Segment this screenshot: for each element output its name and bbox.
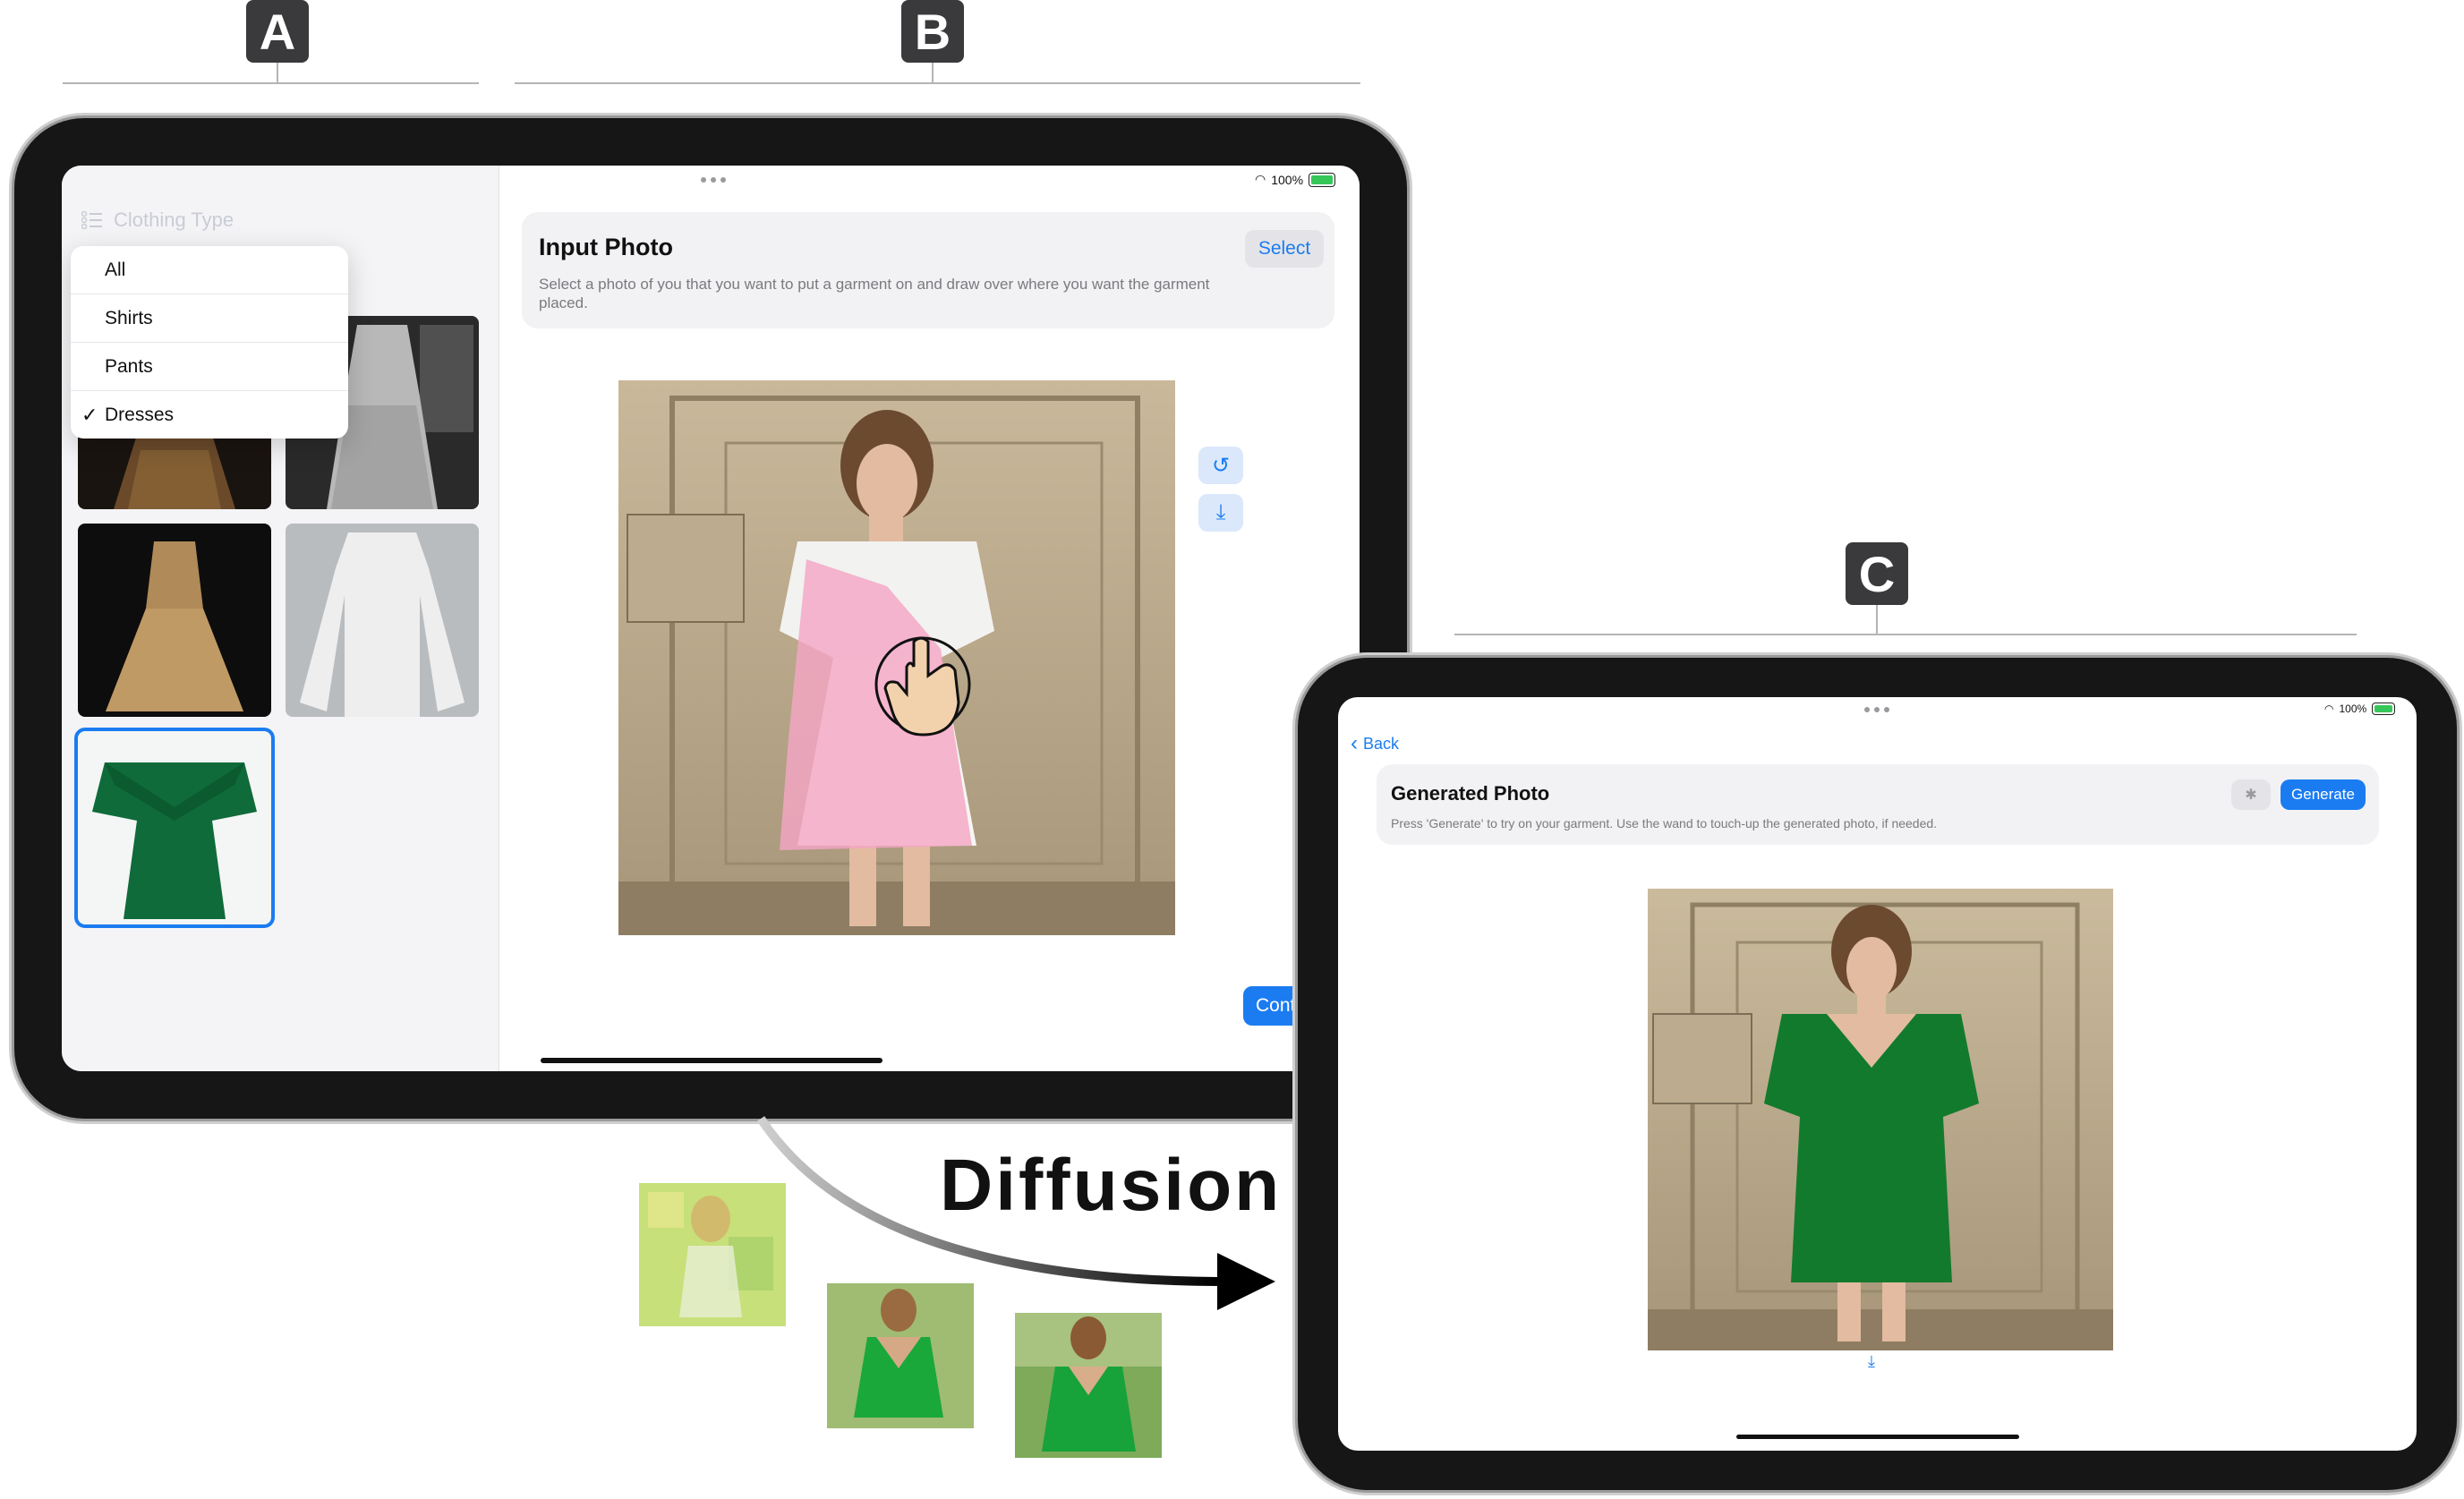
section-c-tick xyxy=(1876,605,1878,634)
save-photo-button[interactable]: ⤓ xyxy=(1868,1352,1875,1371)
battery-percent: 100% xyxy=(1271,172,1304,187)
partially-denoised-image xyxy=(827,1283,974,1428)
multitask-dots[interactable] xyxy=(1864,707,1889,712)
battery-icon xyxy=(1309,172,1336,187)
wifi-icon: ◠ xyxy=(2324,703,2334,715)
garment-image xyxy=(286,524,479,717)
ipad-screen-2: ◠ 100% ‹ Back Generated Photo Press 'Gen… xyxy=(1338,697,2417,1451)
diffusion-step-3 xyxy=(1015,1313,1162,1458)
menu-item-label: All xyxy=(105,259,126,280)
noisy-image xyxy=(639,1183,786,1326)
input-photo[interactable] xyxy=(618,380,1175,935)
section-a-tick xyxy=(277,63,278,82)
generate-button[interactable]: Generate xyxy=(2281,779,2366,810)
menu-item-label: Pants xyxy=(105,355,153,377)
battery-icon xyxy=(2372,703,2396,715)
wifi-icon: ◠ xyxy=(1255,172,1266,186)
generated-photo xyxy=(1648,889,2113,1350)
battery-percent: 100% xyxy=(2339,703,2367,715)
filter-list-icon xyxy=(81,211,102,229)
section-b-tick xyxy=(932,63,934,82)
status-bar: ◠ 100% xyxy=(2324,703,2396,715)
section-label-a: A xyxy=(246,0,309,63)
garment-image xyxy=(78,524,271,717)
back-label: Back xyxy=(1363,734,1400,753)
menu-item-shirts[interactable]: Shirts xyxy=(71,294,348,343)
input-photo-image xyxy=(618,380,1175,935)
garment-thumb-green-dress[interactable] xyxy=(74,728,275,928)
select-photo-button[interactable]: Select xyxy=(1245,230,1324,268)
home-indicator xyxy=(1736,1435,2019,1439)
menu-item-all[interactable]: All xyxy=(71,246,348,294)
back-button[interactable]: ‹ Back xyxy=(1351,731,1399,756)
garment-thumb-gold-dress[interactable] xyxy=(78,524,271,717)
clothing-type-label: Clothing Type xyxy=(114,209,234,231)
input-photo-description: Select a photo of you that you want to p… xyxy=(539,276,1210,312)
clothing-type-menu: All Shirts Pants ✓ Dresses xyxy=(71,246,348,439)
status-bar: ◠ 100% xyxy=(1255,172,1336,187)
section-c-line xyxy=(1454,634,2357,635)
input-photo-title: Input Photo xyxy=(539,234,673,260)
ipad-screen-1: Clothing Type All Shirts Pants ✓ Dresses xyxy=(62,166,1360,1071)
ipad-frame-2: ◠ 100% ‹ Back Generated Photo Press 'Gen… xyxy=(1298,658,2457,1490)
menu-item-pants[interactable]: Pants xyxy=(71,343,348,391)
wand-button[interactable]: ✱ xyxy=(2231,779,2271,810)
home-indicator xyxy=(541,1058,882,1063)
save-mask-button[interactable]: ⤓ xyxy=(1198,494,1243,532)
menu-item-label: Dresses xyxy=(105,404,175,425)
garment-sidebar: Clothing Type All Shirts Pants ✓ Dresses xyxy=(62,166,499,1071)
section-label-c: C xyxy=(1846,542,1908,605)
garment-thumb-white-lace-dress[interactable] xyxy=(286,524,479,717)
generated-photo-card: Generated Photo Press 'Generate' to try … xyxy=(1377,764,2379,845)
generated-photo-description: Press 'Generate' to try on your garment.… xyxy=(1391,816,1938,830)
section-a-line xyxy=(63,82,479,84)
diffusion-step-1 xyxy=(639,1183,786,1326)
menu-item-label: Shirts xyxy=(105,307,153,328)
generated-photo-image xyxy=(1648,889,2113,1350)
menu-item-dresses[interactable]: ✓ Dresses xyxy=(71,391,348,439)
section-b-line xyxy=(515,82,1360,84)
undo-button[interactable]: ↺ xyxy=(1198,447,1243,484)
denoised-image xyxy=(1015,1313,1162,1458)
section-label-b: B xyxy=(901,0,964,63)
ipad-frame-1: Clothing Type All Shirts Pants ✓ Dresses xyxy=(14,118,1407,1119)
clothing-type-filter[interactable]: Clothing Type xyxy=(81,209,234,232)
checkmark-icon: ✓ xyxy=(81,403,98,426)
input-photo-card: Input Photo Select a photo of you that y… xyxy=(522,212,1334,328)
garment-image xyxy=(78,731,271,924)
generated-photo-title: Generated Photo xyxy=(1391,782,1550,805)
chevron-left-icon: ‹ xyxy=(1351,731,1358,755)
diffusion-label: Diffusion xyxy=(940,1145,1283,1226)
multitask-dots[interactable] xyxy=(701,177,726,183)
diffusion-step-2 xyxy=(827,1283,974,1428)
